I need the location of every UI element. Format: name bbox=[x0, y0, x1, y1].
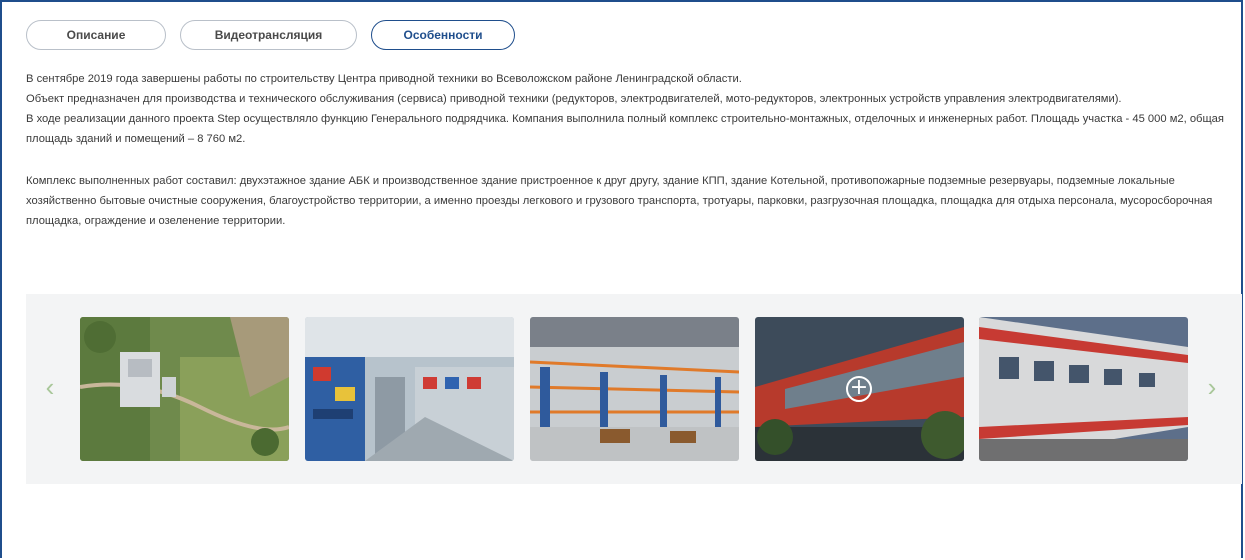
zoom-plus-icon[interactable]: + bbox=[846, 376, 872, 402]
gallery-thumb-exterior-dusk[interactable]: + bbox=[755, 317, 964, 461]
gallery-thumb-aerial[interactable] bbox=[80, 317, 289, 461]
photo-gallery: ‹ + › bbox=[26, 294, 1242, 484]
tabs-bar: Описание Видеотрансляция Особенности bbox=[26, 20, 515, 50]
paragraph-completion: В сентябре 2019 года завершены работы по… bbox=[26, 73, 742, 85]
features-text: В сентябре 2019 года завершены работы по… bbox=[26, 69, 1236, 231]
gallery-thumb-facade[interactable] bbox=[979, 317, 1188, 461]
paragraph-contractor: В ходе реализации данного проекта Step о… bbox=[26, 113, 1224, 145]
tab-description[interactable]: Описание bbox=[26, 20, 166, 50]
tab-features[interactable]: Особенности bbox=[371, 20, 515, 50]
gallery-thumb-factory[interactable] bbox=[305, 317, 514, 461]
chevron-right-icon[interactable]: › bbox=[1202, 372, 1222, 402]
gallery-thumb-warehouse[interactable] bbox=[530, 317, 739, 461]
chevron-left-icon[interactable]: ‹ bbox=[40, 372, 60, 402]
paragraph-purpose: Объект предназначен для производства и т… bbox=[26, 93, 1122, 105]
tab-video-stream[interactable]: Видеотрансляция bbox=[180, 20, 357, 50]
paragraph-works: Комплекс выполненных работ составил: дву… bbox=[26, 175, 1213, 227]
